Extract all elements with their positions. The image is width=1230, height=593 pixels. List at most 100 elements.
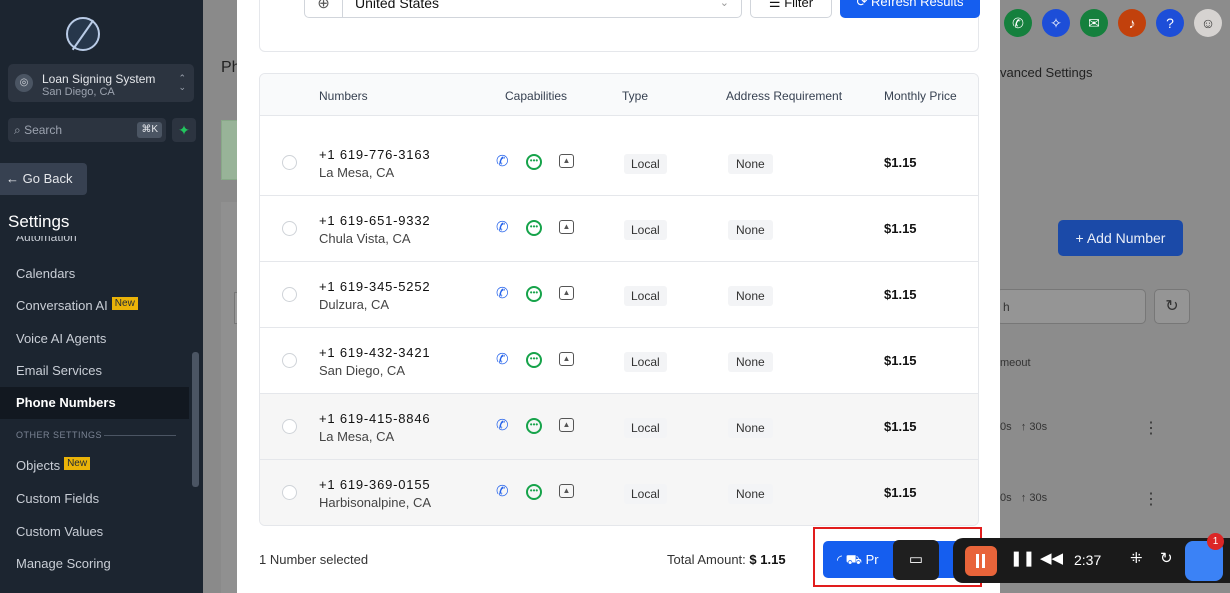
stop-recording-button[interactable] bbox=[965, 546, 997, 576]
refresh-results-button[interactable]: ⟳ Refresh Results bbox=[840, 0, 980, 18]
sms-capability-icon: ••• bbox=[526, 418, 542, 434]
megaphone-icon[interactable]: ✉ bbox=[1080, 9, 1108, 37]
sidebar-item-email-services[interactable]: Email Services bbox=[16, 363, 102, 378]
avatar[interactable]: ☺ bbox=[1194, 9, 1222, 37]
add-number-button[interactable]: + Add Number bbox=[1058, 220, 1183, 256]
sms-capability-icon: ••• bbox=[526, 352, 542, 368]
more-options-icon[interactable]: ⋮ bbox=[1143, 489, 1159, 509]
rewind-icon[interactable]: ◀◀ bbox=[1040, 549, 1063, 567]
sidebar-item-phone-numbers[interactable]: Phone Numbers bbox=[0, 387, 189, 419]
table-row[interactable]: +1 619-415-8846 La Mesa, CA ✆ ••• ▲ Loca… bbox=[260, 394, 978, 460]
number-type: Local bbox=[624, 286, 667, 306]
table-row[interactable]: +1 619-651-9332 Chula Vista, CA ✆ ••• ▲ … bbox=[260, 196, 978, 262]
address-requirement: None bbox=[728, 220, 773, 240]
help-icon[interactable]: ? bbox=[1156, 9, 1184, 37]
mms-capability-icon: ▲ bbox=[559, 220, 574, 234]
account-avatar-icon: ◎ bbox=[15, 74, 33, 92]
timeout-column-header: meout bbox=[1000, 357, 1031, 369]
section-other-settings: OTHER SETTINGS bbox=[16, 430, 177, 440]
tab-advanced-settings[interactable]: vanced Settings bbox=[1000, 65, 1093, 80]
globe-icon: ⊕ bbox=[304, 0, 342, 18]
number-type: Local bbox=[624, 418, 667, 438]
sidebar-item-automation[interactable]: Automation bbox=[16, 236, 77, 246]
column-address-requirement: Address Requirement bbox=[726, 89, 843, 103]
monthly-price: $1.15 bbox=[884, 419, 917, 434]
sms-capability-icon: ••• bbox=[526, 154, 542, 170]
table-row[interactable]: +1 619-432-3421 San Diego, CA ✆ ••• ▲ Lo… bbox=[260, 328, 978, 394]
sidebar-item-custom-values[interactable]: Custom Values bbox=[16, 524, 103, 539]
mms-capability-icon: ▲ bbox=[559, 418, 574, 432]
numbers-table: Numbers Capabilities Type Address Requir… bbox=[259, 73, 979, 526]
filter-button[interactable]: ☰ Filter bbox=[750, 0, 832, 18]
address-requirement: None bbox=[728, 154, 773, 174]
account-switcher[interactable]: ◎ Loan Signing System San Diego, CA ⌃ ⌄ bbox=[8, 64, 194, 102]
search-shortcut: ⌘K bbox=[137, 122, 162, 138]
address-requirement: None bbox=[728, 286, 773, 306]
country-select[interactable]: United States ⌄ bbox=[342, 0, 742, 18]
recording-timer: 2:37 bbox=[1074, 552, 1102, 568]
number-type: Local bbox=[624, 154, 667, 174]
sidebar-item-calendars[interactable]: Calendars bbox=[16, 266, 75, 281]
timeout-row-values: 0s ↑ 30s bbox=[1000, 421, 1048, 433]
account-location: San Diego, CA bbox=[42, 86, 115, 98]
table-row[interactable]: +1 619-776-3163 La Mesa, CA ✆ ••• ▲ Loca… bbox=[260, 130, 978, 196]
number-location: Chula Vista, CA bbox=[319, 231, 411, 246]
settings-title: Settings bbox=[8, 212, 70, 231]
phone-number: +1 619-415-8846 bbox=[319, 411, 431, 426]
background-search-input[interactable]: h bbox=[996, 289, 1146, 324]
bell-icon[interactable]: ♪ bbox=[1118, 9, 1146, 37]
sidebar-search-input[interactable]: ⌕ Search ⌘K bbox=[8, 118, 166, 142]
voice-capability-icon: ✆ bbox=[496, 219, 509, 236]
address-requirement: None bbox=[728, 484, 773, 504]
sidebar-item-voice-ai-agents[interactable]: Voice AI Agents bbox=[16, 331, 106, 346]
new-badge: New bbox=[64, 457, 91, 470]
plus-icon: + bbox=[1075, 230, 1087, 246]
sidebar-scrollbar[interactable] bbox=[192, 352, 199, 487]
number-type: Local bbox=[624, 220, 667, 240]
sparkle-icon[interactable]: ✧ bbox=[1042, 9, 1070, 37]
refresh-icon[interactable]: ↻ bbox=[1154, 289, 1190, 324]
refresh-icon: ⟳ bbox=[856, 0, 872, 9]
restart-icon[interactable]: ↻ bbox=[1160, 549, 1173, 567]
number-location: Dulzura, CA bbox=[319, 297, 390, 312]
quick-action-button[interactable]: ✦ bbox=[172, 118, 196, 142]
table-row[interactable]: +1 619-369-0155 Harbisonalpine, CA ✆ •••… bbox=[260, 460, 978, 525]
total-amount: Total Amount: $ 1.15 bbox=[667, 552, 786, 567]
timeout-row-values: 0s ↑ 30s bbox=[1000, 492, 1048, 504]
table-row[interactable]: +1 619-345-5252 Dulzura, CA ✆ ••• ▲ Loca… bbox=[260, 262, 978, 328]
company-logo bbox=[66, 17, 100, 51]
sidebar-item-conversation-ai[interactable]: Conversation AI New bbox=[16, 297, 138, 313]
more-options-icon[interactable]: ⋮ bbox=[1143, 418, 1159, 438]
sms-capability-icon: ••• bbox=[526, 286, 542, 302]
sidebar-item-manage-scoring[interactable]: Manage Scoring bbox=[16, 556, 111, 571]
chevron-down-icon: ⌄ bbox=[719, 0, 729, 9]
row-select-radio[interactable] bbox=[282, 485, 297, 500]
sidebar: ◎ Loan Signing System San Diego, CA ⌃ ⌄ ⌕… bbox=[0, 0, 203, 593]
buy-number-modal: ⊕ United States ⌄ ☰ Filter ⟳ Refresh Res… bbox=[237, 0, 1000, 593]
camera-icon[interactable]: ▭ bbox=[893, 540, 939, 580]
row-select-radio[interactable] bbox=[282, 287, 297, 302]
monthly-price: $1.15 bbox=[884, 353, 917, 368]
sidebar-item-custom-fields[interactable]: Custom Fields bbox=[16, 491, 99, 506]
voice-capability-icon: ✆ bbox=[496, 417, 509, 434]
phone-icon[interactable]: ✆ bbox=[1004, 9, 1032, 37]
notification-badge: 1 bbox=[1207, 533, 1224, 550]
grid-icon[interactable]: ⁜ bbox=[1130, 549, 1143, 567]
row-select-radio[interactable] bbox=[282, 155, 297, 170]
phone-number: +1 619-432-3421 bbox=[319, 345, 431, 360]
selection-summary: 1 Number selected bbox=[259, 552, 369, 567]
go-back-button[interactable]: ← Go Back bbox=[0, 163, 87, 195]
monthly-price: $1.15 bbox=[884, 155, 917, 170]
sidebar-item-objects[interactable]: Objects New bbox=[16, 457, 91, 473]
mms-capability-icon: ▲ bbox=[559, 484, 574, 498]
number-location: La Mesa, CA bbox=[319, 429, 395, 444]
mms-capability-icon: ▲ bbox=[559, 154, 574, 168]
row-select-radio[interactable] bbox=[282, 221, 297, 236]
row-select-radio[interactable] bbox=[282, 353, 297, 368]
voice-capability-icon: ✆ bbox=[496, 483, 509, 500]
sms-capability-icon: ••• bbox=[526, 220, 542, 236]
pause-icon[interactable]: ❚❚ bbox=[1010, 549, 1035, 567]
chevron-updown-icon: ⌃ ⌄ bbox=[178, 73, 186, 92]
phone-number: +1 619-369-0155 bbox=[319, 477, 431, 492]
row-select-radio[interactable] bbox=[282, 419, 297, 434]
